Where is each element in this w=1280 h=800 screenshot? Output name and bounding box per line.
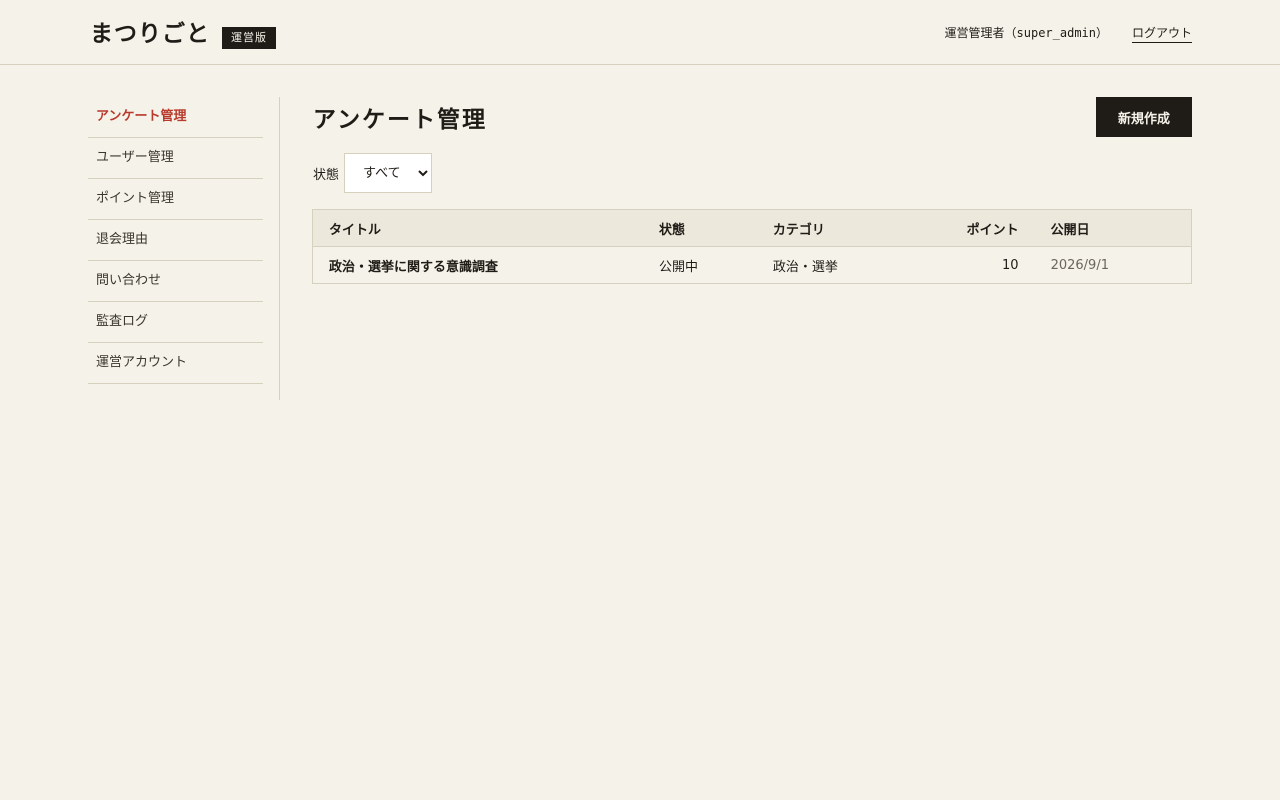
sidebar-item-users[interactable]: ユーザー管理 — [88, 138, 263, 179]
current-user-label: 運営管理者（super_admin） — [944, 26, 1108, 40]
sidebar-item-points[interactable]: ポイント管理 — [88, 179, 263, 220]
sidebar-item-surveys[interactable]: アンケート管理 — [88, 97, 263, 138]
sidebar-item-withdrawal-reasons[interactable]: 退会理由 — [88, 220, 263, 261]
sidebar-item-admin-accounts[interactable]: 運営アカウント — [88, 343, 263, 384]
page-title: アンケート管理 — [313, 106, 488, 133]
survey-status-cell: 公開中 — [659, 259, 699, 275]
column-header-status: 状態 — [643, 209, 757, 247]
table-row[interactable]: 政治・選挙に関する意識調査 公開中 政治・選挙 10 2026/9/1 — [313, 247, 1192, 284]
logout-link[interactable]: ログアウト — [1131, 24, 1192, 43]
column-header-title: タイトル — [312, 209, 644, 247]
survey-points-cell: 10 — [1002, 257, 1019, 273]
column-header-category: カテゴリ — [756, 209, 907, 247]
app-header: まつりごと 運営版 運営管理者（super_admin） ログアウト — [0, 0, 1280, 65]
column-header-points: ポイント — [906, 209, 1035, 247]
sidebar-item-inquiries[interactable]: 問い合わせ — [88, 261, 263, 302]
survey-category-cell: 政治・選挙 — [772, 259, 838, 275]
edition-badge: 運営版 — [222, 27, 276, 49]
survey-table: タイトル 状態 カテゴリ ポイント 公開日 政治・選挙に関する意識調査 公開中 … — [312, 209, 1192, 284]
survey-title-cell[interactable]: 政治・選挙に関する意識調査 — [313, 247, 644, 284]
sidebar-item-audit-log[interactable]: 監査ログ — [88, 302, 263, 343]
sidebar-nav: アンケート管理 ユーザー管理 ポイント管理 退会理由 問い合わせ 監査ログ 運営… — [88, 97, 280, 400]
status-filter-label: 状態 — [313, 168, 340, 183]
status-filter-select[interactable]: すべて — [344, 153, 432, 193]
create-new-button[interactable]: 新規作成 — [1096, 97, 1192, 137]
app-logo[interactable]: まつりごと — [90, 14, 210, 48]
survey-published-cell: 2026/9/1 — [1050, 257, 1109, 273]
table-header-row: タイトル 状態 カテゴリ ポイント 公開日 — [312, 209, 1192, 247]
column-header-published: 公開日 — [1034, 209, 1192, 247]
